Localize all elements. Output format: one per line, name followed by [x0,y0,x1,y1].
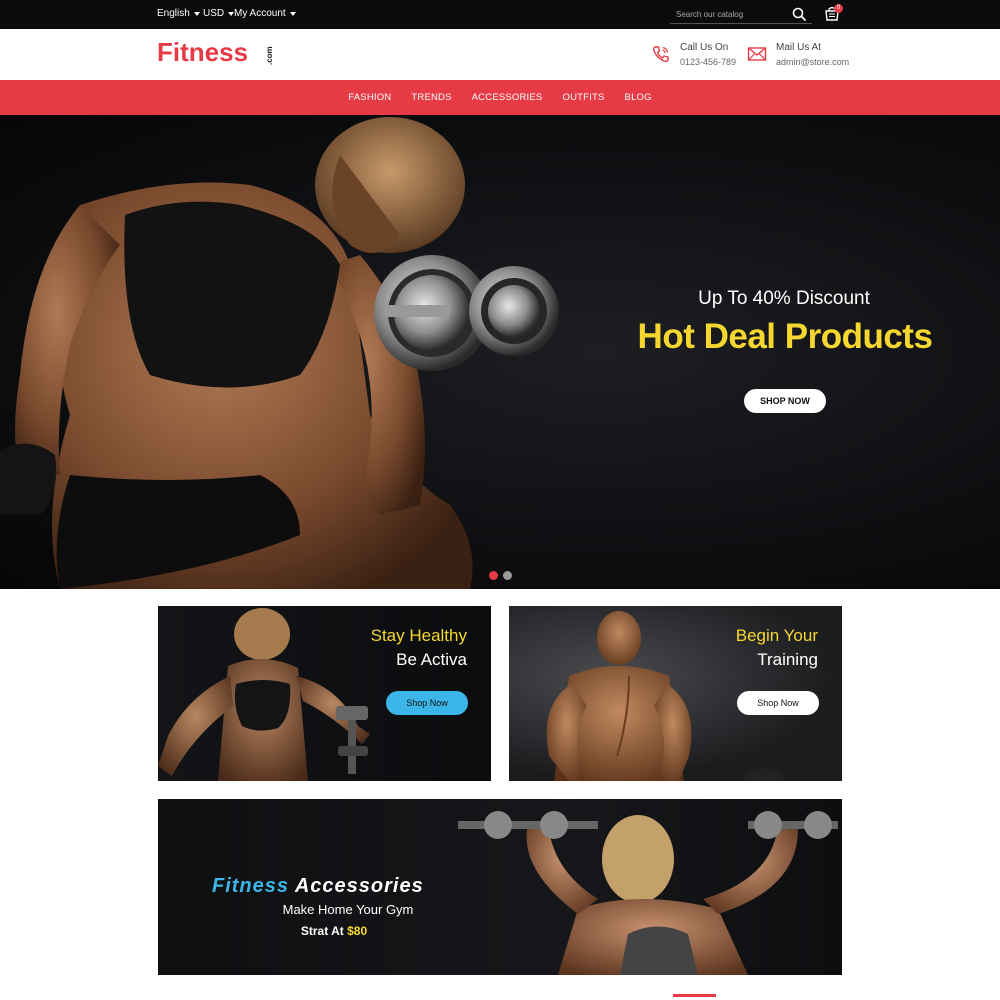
banner-left-line2: Be Activa [396,650,467,669]
nav-item-blog[interactable]: BLOG [625,92,652,103]
wide-banner-subtitle: Make Home Your Gym [282,902,414,917]
account-menu[interactable]: My Account [234,8,296,19]
hero-slider: Up To 40% Discount Hot Deal Products SHO… [0,115,1000,589]
wide-title-b: Accessories [294,875,424,897]
call-label: Call Us On [680,42,729,53]
price-value: $80 [347,924,368,938]
search-icon[interactable] [792,7,806,21]
search-box [670,5,812,24]
call-contact: Call Us On 0123-456-789 [651,41,736,69]
mail-label: Mail Us At [776,42,822,53]
banner-fitness-accessories[interactable]: Fitness Accessories Make Home Your Gym S… [158,799,842,975]
language-selector[interactable]: English [157,8,200,19]
call-number[interactable]: 0123-456-789 [680,55,736,69]
wide-banner-title: Fitness Accessories [212,875,424,898]
currency-label: USD [203,8,225,19]
nav-item-fashion[interactable]: FASHION [348,92,391,103]
logo-suffix: .com [265,46,274,65]
nav-item-outfits[interactable]: OUTFITS [562,92,604,103]
search-input[interactable] [676,8,786,21]
mail-contact: Mail Us At admin@store.com [747,41,849,69]
slider-dot-1[interactable] [489,571,498,580]
hero-title: Hot Deal Products [637,317,933,356]
shop-now-button[interactable]: Shop Now [737,691,819,715]
nav-item-accessories[interactable]: ACCESSORIES [472,92,543,103]
mail-icon [747,47,767,61]
shop-now-button[interactable]: Shop Now [386,691,468,715]
mail-address[interactable]: admin@store.com [776,55,849,69]
currency-selector[interactable]: USD [203,8,235,19]
slider-dot-2[interactable] [503,571,512,580]
caret-down-icon [289,11,296,16]
price-prefix: Strat At [300,924,344,938]
account-label: My Account [234,8,286,19]
phone-icon [652,46,669,63]
main-nav: FASHION TRENDS ACCESSORIES OUTFITS BLOG [0,80,1000,115]
cart-count-badge: 0 [834,4,843,13]
nav-item-trends[interactable]: TRENDS [411,92,451,103]
logo-text: Fitness [157,37,249,67]
wide-banner-price-line: Strat At $80 [158,924,510,938]
section-underline [673,994,716,997]
site-logo[interactable]: Fitness .com [157,37,274,67]
call-text: Call Us On 0123-456-789 [680,41,736,69]
banner-left-line1: Stay Healthy [370,626,467,645]
banner-right-line2: Training [757,650,818,669]
language-label: English [157,8,190,19]
shop-now-button[interactable]: SHOP NOW [744,389,826,413]
caret-down-icon [193,11,200,16]
banner-begin-training[interactable]: Begin Your Training Shop Now [509,606,842,781]
hero-subtitle: Up To 40% Discount [698,288,870,309]
site-header: Fitness .com Call Us On 0123-456-789 Mai… [0,29,1000,80]
banner-stay-healthy[interactable]: Stay Healthy Be Activa Shop Now [158,606,491,781]
mail-text: Mail Us At admin@store.com [776,41,849,69]
top-bar: English USD My Account 0 [0,0,1000,29]
wide-title-a: Fitness [212,875,290,897]
banner-right-line1: Begin Your [735,626,818,645]
